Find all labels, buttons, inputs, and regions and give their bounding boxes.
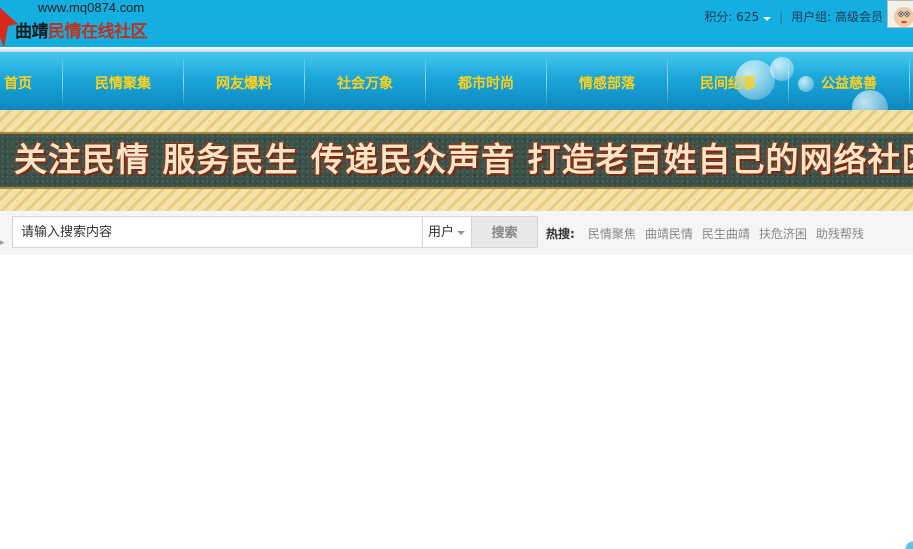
banner-pattern xyxy=(0,110,913,132)
chevron-down-icon xyxy=(763,17,772,21)
hot-search-label: 热搜: xyxy=(546,227,575,241)
site-logo[interactable]: www.mq0874.com 曲靖民情在线社区 xyxy=(0,0,160,48)
nav-item-home[interactable]: 首页 xyxy=(0,52,36,110)
hot-search-link[interactable]: 民生曲靖 xyxy=(702,225,750,242)
edge-marker: ▸ xyxy=(0,238,5,248)
nav-item-minjian[interactable]: 民间纪事 xyxy=(668,52,788,110)
points-dropdown[interactable]: 积分: 625 xyxy=(704,8,772,25)
site-header: www.mq0874.com 曲靖民情在线社区 积分: 625 | 用户组: 高… xyxy=(0,0,913,48)
hot-search-link[interactable]: 扶危济困 xyxy=(759,225,807,242)
banner-slogan: 关注民情 服务民生 传递民众声音 打造老百姓自己的网络社区 xyxy=(14,140,913,179)
corner-decoration xyxy=(897,541,913,549)
avatar[interactable] xyxy=(887,0,913,28)
nav-divider xyxy=(909,58,910,104)
search-button[interactable]: 搜索 xyxy=(472,216,538,248)
search-type-value: 用户 xyxy=(428,225,455,240)
hot-searches: 热搜: 民情聚焦 曲靖民情 民生曲靖 扶危济困 助残帮残 xyxy=(546,225,864,242)
user-info: 积分: 625 | 用户组: 高级会员 xyxy=(704,8,883,25)
hot-search-link[interactable]: 曲靖民情 xyxy=(645,225,693,242)
nav-item-baoliao[interactable]: 网友爆料 xyxy=(184,52,304,110)
hot-search-link[interactable]: 民情聚焦 xyxy=(588,225,636,242)
slogan-banner: 关注民情 服务民生 传递民众声音 打造老百姓自己的网络社区 xyxy=(0,110,913,211)
avatar-face-icon xyxy=(888,1,913,27)
search-type-select[interactable]: 用户 xyxy=(422,216,472,248)
nav-item-gongyi[interactable]: 公益慈善 xyxy=(789,52,909,110)
main-nav: 首页 民情聚集 网友爆料 社会万象 都市时尚 情感部落 民间纪事 公益慈善 xyxy=(0,52,913,126)
chevron-down-icon xyxy=(457,231,465,235)
divider: | xyxy=(779,9,784,24)
nav-item-dushi[interactable]: 都市时尚 xyxy=(426,52,546,110)
user-group-link[interactable]: 用户组: 高级会员 xyxy=(791,8,883,25)
site-name: 曲靖民情在线社区 xyxy=(15,22,148,42)
nav-item-shehui[interactable]: 社会万象 xyxy=(305,52,425,110)
hot-search-link[interactable]: 助残帮残 xyxy=(816,225,864,242)
nav-item-minqing[interactable]: 民情聚集 xyxy=(63,52,183,110)
site-url: www.mq0874.com xyxy=(38,0,145,15)
search-input[interactable]: 请输入搜索内容 xyxy=(12,216,422,248)
banner-pattern xyxy=(0,189,913,211)
nav-item-qinggan[interactable]: 情感部落 xyxy=(547,52,667,110)
